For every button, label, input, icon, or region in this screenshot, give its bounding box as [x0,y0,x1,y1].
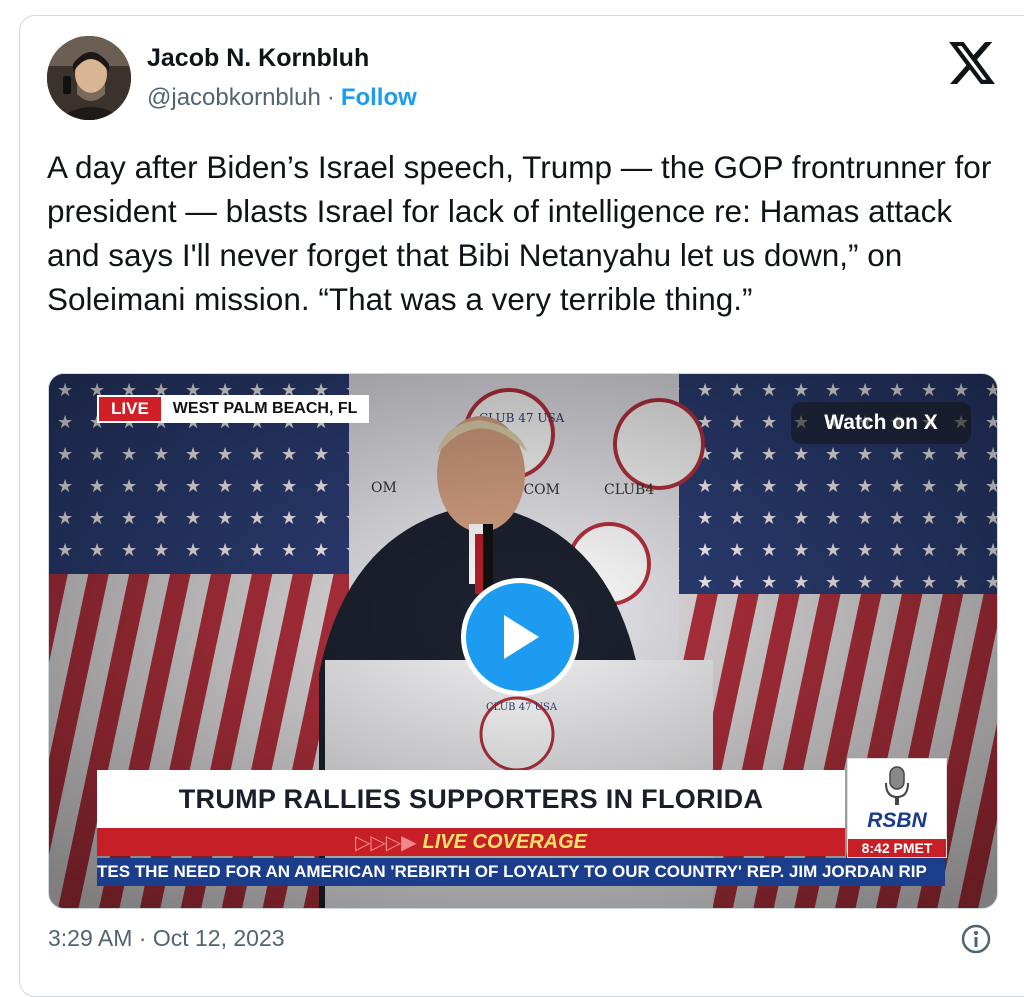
author-name[interactable]: Jacob N. Kornbluh [147,44,369,73]
avatar[interactable] [47,36,131,120]
live-label: LIVE [97,395,161,423]
author-handle[interactable]: @jacobkornbluh [147,84,321,111]
network-logo-box: RSBN 8:42 PMET [847,758,947,858]
author-handle-row: @jacobkornbluh · Follow [147,84,417,112]
tweet-timestamp[interactable]: 3:29 AM · Oct 12, 2023 [48,925,285,952]
network-logo: RSBN [867,809,927,832]
x-logo-icon[interactable] [949,42,995,84]
coverage-label: LIVE COVERAGE [422,830,587,853]
microphone-icon [885,766,909,805]
watch-on-x-button[interactable]: Watch on X [791,402,971,444]
lower-third: TRUMP RALLIES SUPPORTERS IN FLORIDA ▷▷▷▶… [97,770,845,856]
tweet-text: A day after Biden’s Israel speech, Trump… [47,149,992,317]
play-button[interactable] [461,578,579,696]
network-time: 8:42 PMET [848,839,946,857]
broadcast-headline: TRUMP RALLIES SUPPORTERS IN FLORIDA [97,770,845,828]
play-icon [504,615,539,659]
coverage-bar: ▷▷▷▶ LIVE COVERAGE [97,828,845,856]
coverage-arrows: ▷▷▷▶ [354,831,417,854]
separator-dot: · [326,84,335,111]
follow-button[interactable]: Follow [341,84,417,111]
video-player[interactable]: ★ CLUB 47 USA .COM CLUB4 OM [48,373,998,909]
info-icon[interactable] [960,923,992,955]
location-label: WEST PALM BEACH, FL [160,395,370,423]
news-ticker: TES THE NEED FOR AN AMERICAN 'REBIRTH OF… [97,858,945,886]
live-badge: LIVE WEST PALM BEACH, FL [97,395,370,423]
